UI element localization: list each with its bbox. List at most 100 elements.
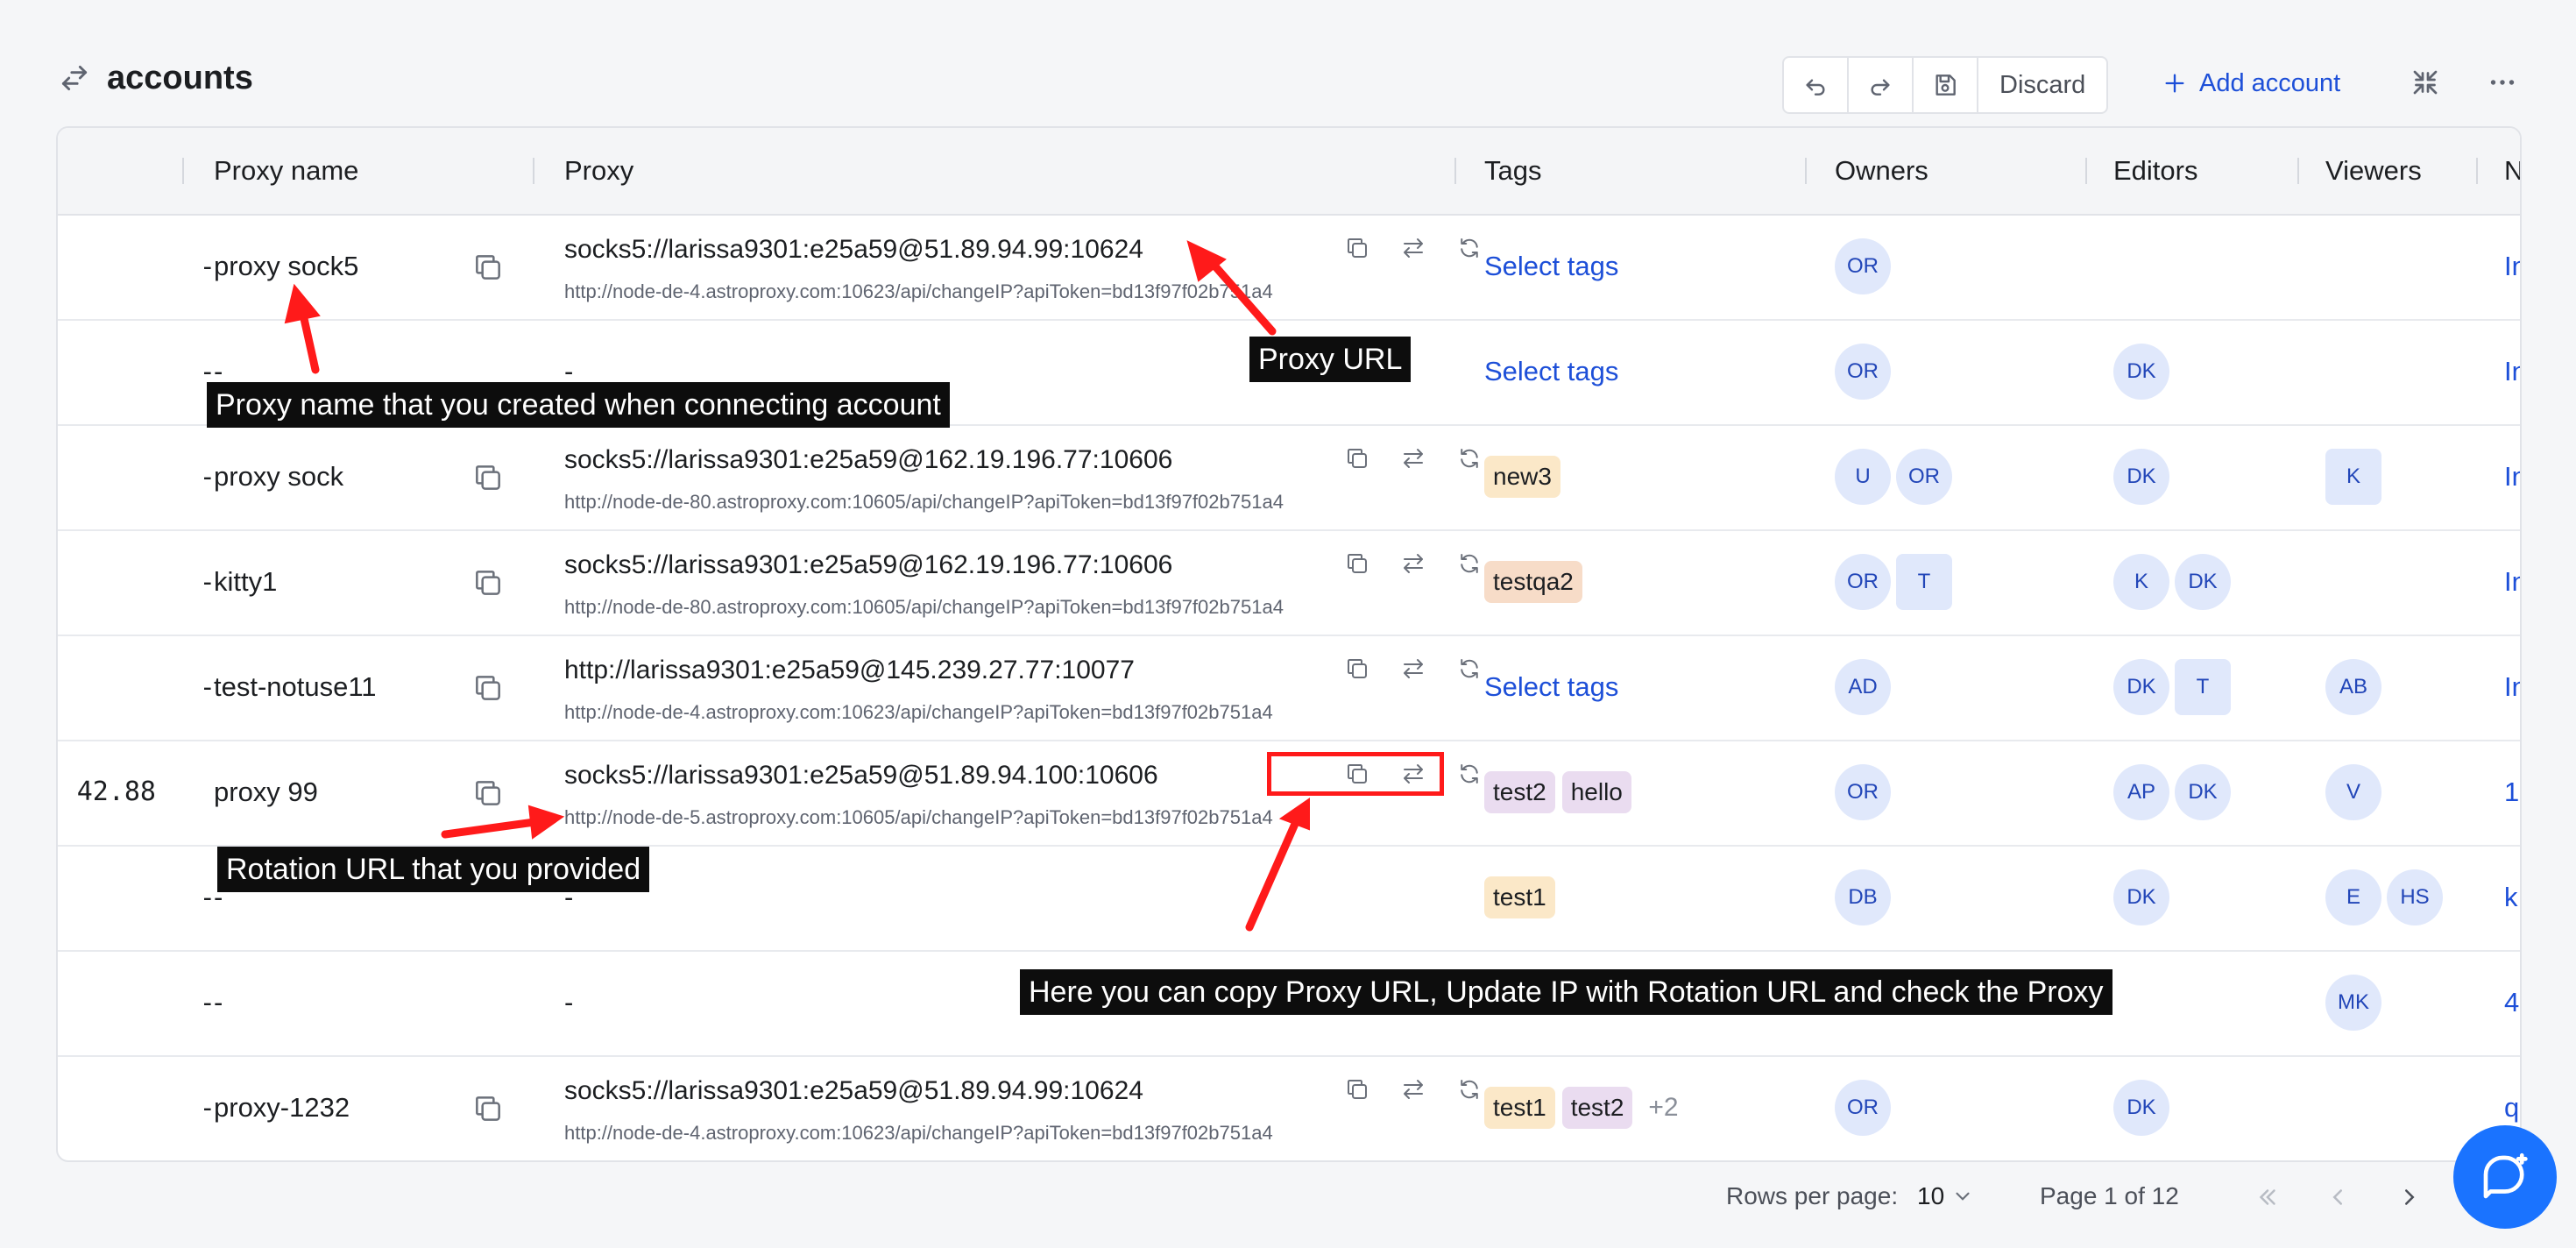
column-separator[interactable] [182, 158, 184, 184]
next-column-value[interactable]: In [2504, 461, 2520, 493]
rotate-ip-button[interactable] [1398, 443, 1428, 473]
avatar[interactable]: V [2325, 764, 2381, 820]
avatar[interactable]: MK [2325, 975, 2381, 1031]
editors-list: DK [2113, 449, 2169, 505]
next-column-value[interactable]: In [2504, 251, 2520, 282]
next-column-value[interactable]: k [2504, 882, 2518, 913]
copy-name-button[interactable] [471, 566, 505, 599]
table-row[interactable]: - proxy sock socks5://larissa9301:e25a59… [58, 426, 2520, 531]
column-separator[interactable] [1805, 158, 1807, 184]
column-separator[interactable] [2085, 158, 2087, 184]
avatar[interactable]: AP [2113, 764, 2169, 820]
avatar[interactable]: OR [1835, 344, 1891, 400]
next-column-value[interactable]: 1 [2504, 776, 2519, 808]
avatar[interactable]: OR [1835, 238, 1891, 294]
tag-chip[interactable]: test1 [1484, 876, 1555, 918]
avatar[interactable]: U [1835, 449, 1891, 505]
column-separator[interactable] [2297, 158, 2299, 184]
next-column-value[interactable]: In [2504, 566, 2520, 598]
copy-name-button[interactable] [471, 461, 505, 494]
copy-proxy-button[interactable] [1342, 549, 1372, 578]
copy-name-button[interactable] [471, 671, 505, 705]
tag-chip[interactable]: hello [1561, 771, 1631, 813]
previous-page-button[interactable] [2320, 1180, 2355, 1215]
avatar[interactable]: T [2175, 659, 2231, 715]
rotate-ip-button[interactable] [1398, 549, 1428, 578]
more-options-button[interactable] [2485, 65, 2520, 100]
avatar[interactable]: OR [1835, 1080, 1891, 1136]
undo-button[interactable] [1784, 58, 1849, 112]
rows-per-page-select[interactable]: 10 [1917, 1166, 1974, 1227]
check-proxy-button[interactable] [1454, 443, 1484, 473]
next-column-value[interactable]: 4 [2504, 987, 2519, 1018]
check-proxy-button[interactable] [1454, 654, 1484, 684]
avatar[interactable]: DK [2113, 344, 2169, 400]
copy-name-button[interactable] [471, 251, 505, 284]
table-row[interactable]: - kitty1 socks5://larissa9301:e25a59@162… [58, 531, 2520, 636]
avatar[interactable]: DK [2113, 659, 2169, 715]
rotate-ip-button[interactable] [1398, 654, 1428, 684]
rotate-ip-button[interactable] [1398, 233, 1428, 263]
next-column-value[interactable]: In [2504, 671, 2520, 703]
next-page-button[interactable] [2392, 1180, 2427, 1215]
copy-name-button[interactable] [471, 776, 505, 810]
copy-proxy-button[interactable] [1342, 1074, 1372, 1104]
select-tags-link[interactable]: Select tags [1484, 251, 1618, 282]
avatar[interactable]: DK [2175, 554, 2231, 610]
check-proxy-button[interactable] [1454, 1074, 1484, 1104]
check-proxy-button[interactable] [1454, 549, 1484, 578]
check-proxy-button[interactable] [1454, 233, 1484, 263]
copy-proxy-button[interactable] [1342, 233, 1372, 263]
avatar[interactable]: DK [2113, 1080, 2169, 1136]
column-header-tags[interactable]: Tags [1484, 128, 1541, 214]
table-row[interactable]: - proxy sock5 socks5://larissa9301:e25a5… [58, 216, 2520, 321]
tag-chip[interactable]: test1 [1484, 1087, 1555, 1129]
redo-button[interactable] [1849, 58, 1914, 112]
copy-proxy-button[interactable] [1342, 654, 1372, 684]
table-row[interactable]: - test-notuse11 http://larissa9301:e25a5… [58, 636, 2520, 741]
avatar[interactable]: OR [1835, 764, 1891, 820]
next-column-value[interactable]: q [2504, 1092, 2519, 1124]
tag-chip[interactable]: test2 [1484, 771, 1555, 813]
more-tags-count[interactable]: +2 [1648, 1093, 1678, 1123]
select-tags-link[interactable]: Select tags [1484, 671, 1618, 703]
tag-chip[interactable]: test2 [1561, 1087, 1633, 1129]
avatar[interactable]: AB [2325, 659, 2381, 715]
next-column-value[interactable]: In [2504, 356, 2520, 387]
avatar[interactable]: DK [2113, 449, 2169, 505]
save-button[interactable] [1914, 58, 1978, 112]
column-separator[interactable] [2476, 158, 2478, 184]
column-header-proxy-name[interactable]: Proxy name [214, 128, 358, 214]
avatar[interactable]: K [2113, 554, 2169, 610]
avatar[interactable]: E [2325, 869, 2381, 925]
column-separator[interactable] [1454, 158, 1456, 184]
chat-support-button[interactable] [2453, 1125, 2557, 1229]
tag-chip[interactable]: new3 [1484, 456, 1560, 498]
column-header-viewers[interactable]: Viewers [2325, 128, 2422, 214]
avatar[interactable]: OR [1896, 449, 1952, 505]
first-page-button[interactable] [2250, 1180, 2285, 1215]
add-account-button[interactable]: Add account [2162, 56, 2340, 110]
check-proxy-button[interactable] [1454, 759, 1484, 789]
tag-chip[interactable]: testqa2 [1484, 561, 1582, 603]
column-separator[interactable] [533, 158, 534, 184]
discard-button[interactable]: Discard [1978, 58, 2106, 112]
table-row[interactable]: - proxy-1232 socks5://larissa9301:e25a59… [58, 1057, 2520, 1160]
collapse-button[interactable] [2408, 65, 2443, 100]
avatar[interactable]: OR [1835, 554, 1891, 610]
copy-proxy-button[interactable] [1342, 443, 1372, 473]
avatar[interactable]: DK [2175, 764, 2231, 820]
avatar[interactable]: K [2325, 449, 2381, 505]
copy-name-button[interactable] [471, 1092, 505, 1125]
column-header-editors[interactable]: Editors [2113, 128, 2197, 214]
column-header-next[interactable]: N [2504, 128, 2520, 214]
avatar[interactable]: DK [2113, 869, 2169, 925]
avatar[interactable]: T [1896, 554, 1952, 610]
rotate-ip-button[interactable] [1398, 1074, 1428, 1104]
avatar[interactable]: HS [2387, 869, 2443, 925]
column-header-owners[interactable]: Owners [1835, 128, 1928, 214]
avatar[interactable]: AD [1835, 659, 1891, 715]
avatar[interactable]: DB [1835, 869, 1891, 925]
column-header-proxy[interactable]: Proxy [564, 128, 633, 214]
select-tags-link[interactable]: Select tags [1484, 356, 1618, 387]
